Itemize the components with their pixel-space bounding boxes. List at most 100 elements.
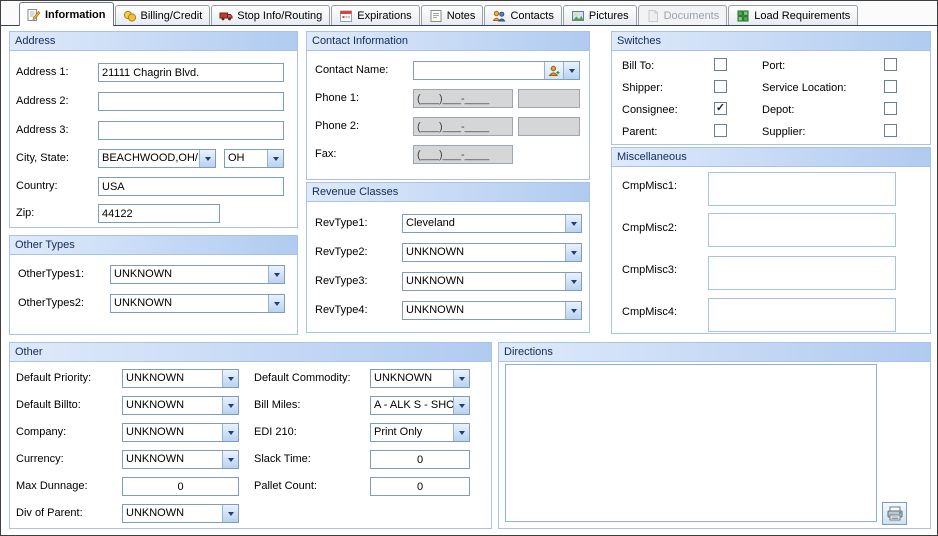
supplier-checkbox[interactable]: ✓: [884, 124, 897, 137]
miscellaneous-group: Miscellaneous CmpMisc1: CmpMisc2: CmpMis…: [611, 147, 931, 334]
chevron-down-icon[interactable]: [222, 370, 238, 387]
max-dunnage-label: Max Dunnage:: [16, 477, 88, 496]
tab-notes[interactable]: Notes: [421, 5, 484, 25]
tab-information[interactable]: Information: [19, 2, 114, 26]
consignee-checkbox[interactable]: ✓: [714, 102, 727, 115]
cmpmisc1-input[interactable]: [708, 172, 896, 206]
chevron-down-icon[interactable]: [268, 266, 284, 283]
contact-name-combo[interactable]: [413, 61, 580, 80]
chevron-down-icon[interactable]: [199, 150, 215, 167]
chevron-down-icon[interactable]: [222, 451, 238, 468]
state-combo[interactable]: OH: [224, 149, 284, 168]
revtype4-combo-value: UNKNOWN: [403, 302, 565, 319]
other-group: Other Default Priority: UNKNOWN Default …: [9, 342, 492, 529]
div-of-parent-combo[interactable]: UNKNOWN: [122, 504, 239, 523]
chevron-down-icon[interactable]: [453, 424, 469, 441]
pallet-count-input[interactable]: [370, 477, 470, 496]
chevron-down-icon[interactable]: [222, 397, 238, 414]
print-button[interactable]: [882, 502, 907, 525]
cmpmisc3-label: CmpMisc3:: [622, 261, 677, 280]
address-group-title: Address: [10, 32, 297, 51]
chevron-down-icon[interactable]: [563, 62, 579, 79]
othertypes1-combo[interactable]: UNKNOWN: [110, 265, 285, 284]
currency-label: Currency:: [16, 450, 64, 469]
slack-time-input[interactable]: [370, 450, 470, 469]
chevron-down-icon[interactable]: [565, 244, 581, 261]
miscellaneous-group-body: CmpMisc1: CmpMisc2: CmpMisc3: CmpMisc4:: [612, 167, 930, 332]
default-commodity-label: Default Commodity:: [254, 369, 351, 388]
chevron-down-icon[interactable]: [565, 302, 581, 319]
tab-load-requirements[interactable]: Load Requirements: [728, 5, 858, 25]
contact-information-group-body: Contact Name: Phone 1: Phone 2: Fax:: [307, 51, 589, 178]
default-priority-combo[interactable]: UNKNOWN: [122, 369, 239, 388]
default-billto-combo-value: UNKNOWN: [123, 397, 222, 414]
tab-bar: Information Billing/Credit Stop Info/Rou…: [1, 1, 937, 26]
phone1-input[interactable]: [413, 89, 513, 108]
address3-input[interactable]: [98, 121, 284, 140]
chevron-down-icon[interactable]: [565, 215, 581, 232]
address2-input[interactable]: [98, 92, 284, 111]
default-billto-combo[interactable]: UNKNOWN: [122, 396, 239, 415]
stop-routing-truck-icon: [219, 9, 233, 23]
max-dunnage-input[interactable]: [122, 477, 239, 496]
printer-icon: [886, 506, 904, 522]
tab-label: Information: [45, 9, 106, 21]
parent-switch-label: Parent:: [622, 125, 657, 139]
city-combo[interactable]: BEACHWOOD,OH/: [98, 149, 216, 168]
port-checkbox[interactable]: ✓: [884, 58, 897, 71]
address-group: Address Address 1: Address 2: Address 3:…: [9, 31, 298, 228]
tab-pictures[interactable]: Pictures: [563, 5, 637, 25]
chevron-down-icon[interactable]: [222, 505, 238, 522]
currency-combo[interactable]: UNKNOWN: [122, 450, 239, 469]
tab-expirations[interactable]: Expirations: [331, 5, 419, 25]
chevron-down-icon[interactable]: [453, 397, 469, 414]
service-location-checkbox[interactable]: ✓: [884, 80, 897, 93]
parent-checkbox[interactable]: ✓: [714, 124, 727, 137]
contact-person-icon[interactable]: [544, 62, 563, 79]
edi-210-combo-value: Print Only: [371, 424, 453, 441]
pallet-count-label: Pallet Count:: [254, 477, 317, 496]
tab-label: Notes: [447, 10, 476, 22]
chevron-down-icon[interactable]: [453, 370, 469, 387]
default-commodity-combo[interactable]: UNKNOWN: [370, 369, 470, 388]
fax-input[interactable]: [413, 145, 513, 164]
chevron-down-icon[interactable]: [267, 150, 283, 167]
chevron-down-icon[interactable]: [222, 424, 238, 441]
directions-textarea[interactable]: [505, 364, 877, 522]
revtype3-combo-value: UNKNOWN: [403, 273, 565, 290]
notes-icon: [429, 9, 443, 23]
edi-210-combo[interactable]: Print Only: [370, 423, 470, 442]
country-input[interactable]: [98, 177, 284, 196]
div-of-parent-combo-value: UNKNOWN: [123, 505, 222, 522]
phone1-ext-input[interactable]: [518, 89, 580, 108]
chevron-down-icon[interactable]: [565, 273, 581, 290]
shipper-checkbox[interactable]: ✓: [714, 80, 727, 93]
company-combo[interactable]: UNKNOWN: [122, 423, 239, 442]
cmpmisc1-label: CmpMisc1:: [622, 177, 677, 196]
cmpmisc2-input[interactable]: [708, 213, 896, 247]
tab-billing-credit[interactable]: Billing/Credit: [115, 5, 211, 25]
zip-input[interactable]: [98, 204, 220, 223]
cmpmisc3-input[interactable]: [708, 256, 896, 290]
revtype2-combo[interactable]: UNKNOWN: [402, 243, 582, 262]
phone2-ext-input[interactable]: [518, 117, 580, 136]
phone2-input[interactable]: [413, 117, 513, 136]
revtype3-combo[interactable]: UNKNOWN: [402, 272, 582, 291]
othertypes1-label: OtherTypes1:: [18, 265, 84, 284]
documents-icon: [646, 9, 660, 23]
tab-contacts[interactable]: Contacts: [484, 5, 561, 25]
chevron-down-icon[interactable]: [268, 295, 284, 312]
revenue-classes-group: Revenue Classes RevType1: Cleveland RevT…: [306, 182, 590, 333]
revtype2-combo-value: UNKNOWN: [403, 244, 565, 261]
billto-checkbox[interactable]: ✓: [714, 58, 727, 71]
bill-miles-combo[interactable]: A - ALK S - SHO: [370, 396, 470, 415]
tab-stop-info-routing[interactable]: Stop Info/Routing: [211, 5, 330, 25]
address1-input[interactable]: [98, 63, 284, 82]
cmpmisc4-input[interactable]: [708, 298, 896, 332]
revtype1-combo[interactable]: Cleveland: [402, 214, 582, 233]
revtype4-combo[interactable]: UNKNOWN: [402, 301, 582, 320]
switches-group-title: Switches: [612, 32, 930, 51]
othertypes2-combo[interactable]: UNKNOWN: [110, 294, 285, 313]
depot-checkbox[interactable]: ✓: [884, 102, 897, 115]
billing-coins-icon: [123, 9, 137, 23]
